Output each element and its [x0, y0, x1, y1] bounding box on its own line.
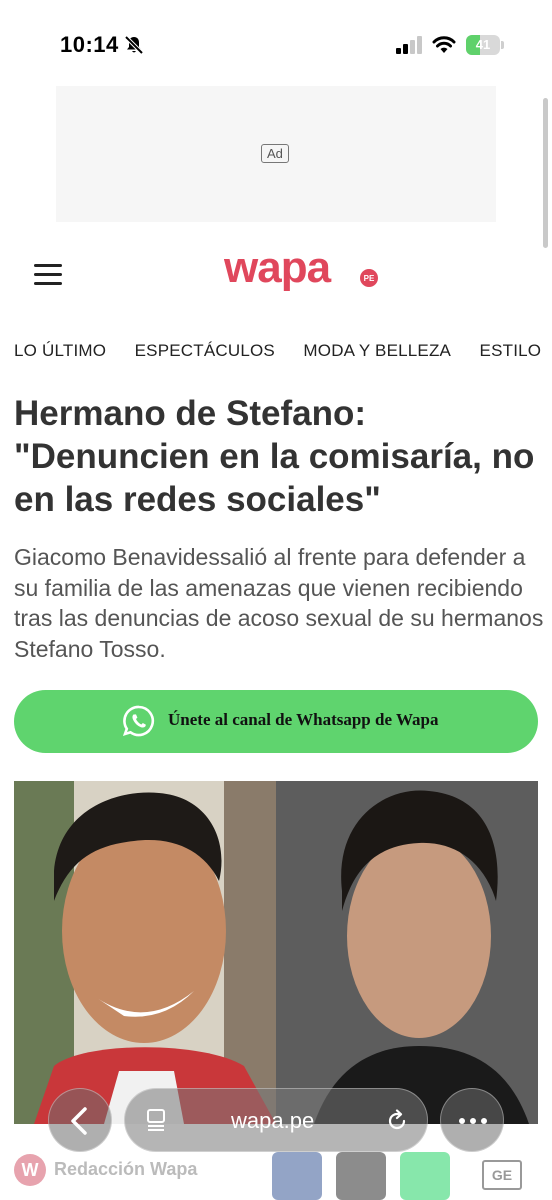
status-bar: 10:14 41	[0, 0, 552, 86]
scrollbar[interactable]	[543, 98, 548, 248]
ad-label: Ad	[261, 144, 289, 163]
wapa-logo[interactable]: wapa PE	[224, 248, 380, 302]
nav-item-moda-y-belleza[interactable]: MODA Y BELLEZA	[303, 341, 451, 361]
author-avatar: W	[14, 1154, 46, 1186]
google-news-share-icon[interactable]: GE	[482, 1160, 522, 1190]
address-bar[interactable]: wapa.pe	[124, 1088, 428, 1152]
battery-icon: 41	[466, 35, 504, 55]
article-summary: Giacomo Benavidessalió al frente para de…	[14, 544, 544, 662]
reload-icon[interactable]	[385, 1109, 409, 1133]
author-name[interactable]: Redacción Wapa	[54, 1159, 197, 1180]
ellipsis-icon	[459, 1118, 487, 1124]
nav-item-estilo[interactable]: ESTILO	[480, 341, 542, 361]
tabs-icon[interactable]	[145, 1108, 169, 1134]
more-options-button[interactable]	[440, 1088, 504, 1152]
cellular-signal-icon	[396, 36, 422, 54]
svg-text:wapa: wapa	[224, 248, 332, 292]
nav-item-espectaculos[interactable]: ESPECTÁCULOS	[135, 341, 275, 361]
whatsapp-channel-button[interactable]: Únete al canal de Whatsapp de Wapa	[14, 690, 538, 753]
hamburger-menu-icon[interactable]	[34, 264, 64, 288]
battery-percent: 41	[475, 37, 491, 52]
ad-banner[interactable]: Ad	[56, 86, 496, 222]
whatsapp-icon	[122, 705, 155, 737]
whatsapp-cta-label: Únete al canal de Whatsapp de Wapa	[168, 710, 439, 729]
svg-text:PE: PE	[364, 274, 375, 283]
chevron-left-icon	[71, 1107, 87, 1135]
status-time: 10:14	[60, 32, 119, 57]
whatsapp-share-icon[interactable]	[400, 1152, 450, 1200]
article-headline: Hermano de Stefano: "Denuncien en la com…	[14, 394, 535, 519]
article-photo[interactable]	[14, 781, 538, 1124]
nav-item-lo-ultimo[interactable]: LO ÚLTIMO	[14, 341, 106, 361]
section-nav: LO ÚLTIMO ESPECTÁCULOS MODA Y BELLEZA ES…	[14, 341, 552, 365]
wifi-icon	[432, 36, 456, 53]
x-share-icon[interactable]	[336, 1152, 386, 1200]
url-text: wapa.pe	[231, 1108, 315, 1133]
browser-back-button[interactable]	[48, 1088, 112, 1152]
facebook-share-icon[interactable]	[272, 1152, 322, 1200]
bell-muted-icon	[124, 35, 144, 55]
